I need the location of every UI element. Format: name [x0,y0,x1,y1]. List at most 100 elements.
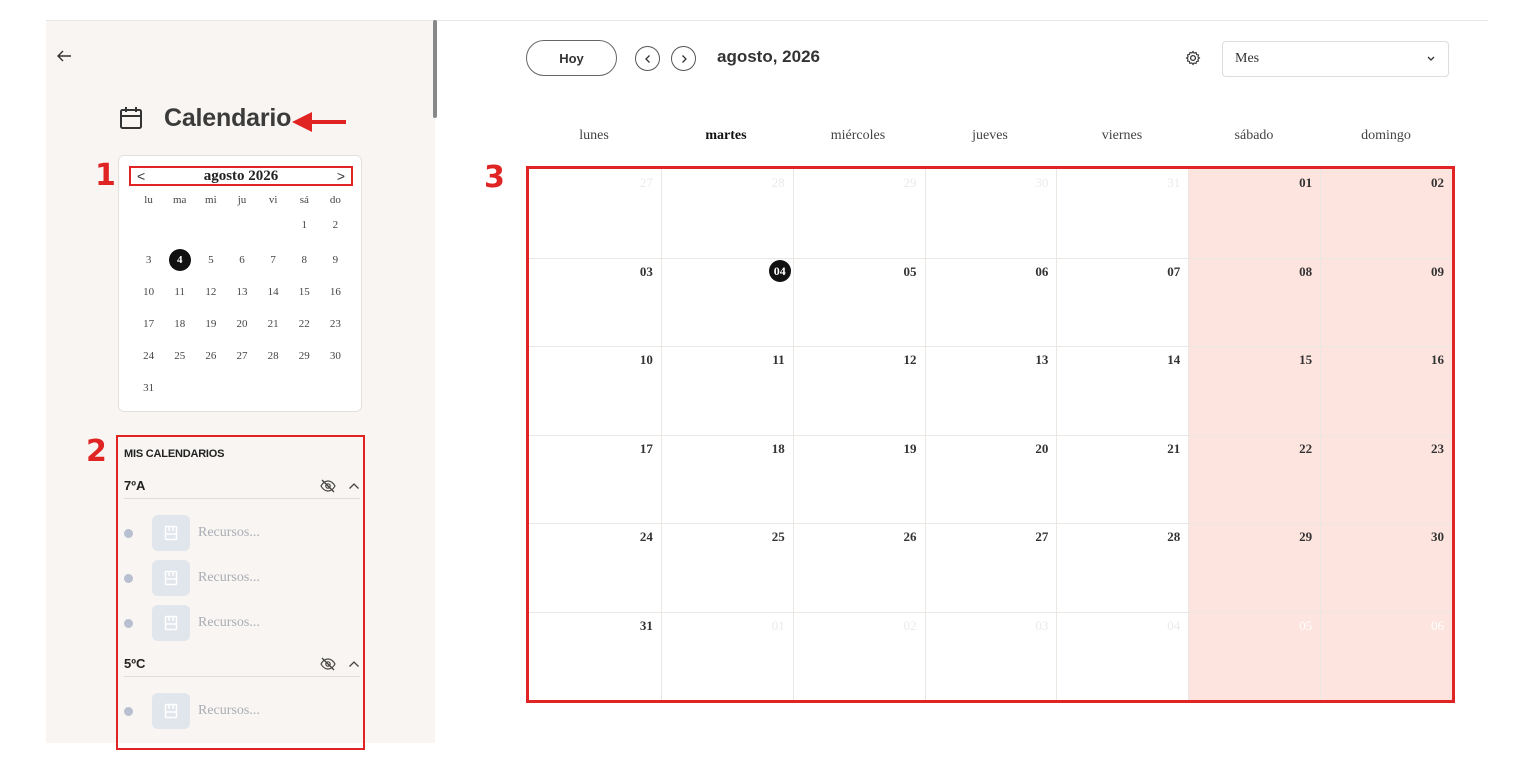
day-cell[interactable]: 01 [661,612,793,701]
chevron-up-icon[interactable] [348,482,360,490]
day-cell[interactable]: 04 [1056,612,1188,701]
settings-icon[interactable] [1185,50,1201,66]
day-cell[interactable]: 23 [1320,435,1452,524]
eye-off-icon[interactable] [320,479,336,493]
calendar-resource-item[interactable]: Recursos... [124,605,260,641]
day-number: 27 [639,175,653,190]
day-cell[interactable]: 21 [1056,435,1188,524]
mini-day[interactable]: 2 [320,214,351,236]
mini-day[interactable]: 28 [258,345,289,367]
mini-day[interactable]: 20 [226,313,257,335]
day-cell[interactable]: 31 [1056,169,1188,258]
day-cell[interactable]: 20 [925,435,1057,524]
day-cell[interactable]: 04 [661,258,793,347]
day-cell[interactable]: 18 [661,435,793,524]
day-cell[interactable]: 26 [793,523,925,612]
day-cell[interactable]: 29 [1188,523,1320,612]
day-cell[interactable]: 19 [793,435,925,524]
mini-day[interactable]: 3 [133,249,164,271]
calendar-group-header[interactable]: 5ºC [124,651,360,677]
day-cell[interactable]: 14 [1056,346,1188,435]
mini-day[interactable]: 19 [195,313,226,335]
day-cell[interactable]: 03 [529,258,661,347]
day-cell[interactable]: 11 [661,346,793,435]
mini-day[interactable]: 10 [133,281,164,303]
mini-day[interactable]: 18 [164,313,195,335]
day-cell[interactable]: 28 [661,169,793,258]
day-cell[interactable]: 17 [529,435,661,524]
calendar-group-header[interactable]: 7ºA [124,473,360,499]
chevron-up-icon[interactable] [348,660,360,668]
day-cell[interactable]: 02 [793,612,925,701]
calendar-resource-item[interactable]: Recursos... [124,693,260,729]
back-arrow-icon[interactable] [56,46,78,70]
prev-month-button[interactable] [635,46,660,71]
resource-color-dot [124,706,133,716]
mini-day[interactable]: 13 [226,281,257,303]
day-number: 07 [1167,263,1181,279]
day-cell[interactable]: 09 [1320,258,1452,347]
mini-day[interactable]: 6 [226,249,257,271]
mini-day[interactable]: 4 [164,249,195,271]
mini-day[interactable]: 31 [133,377,164,399]
day-cell[interactable]: 02 [1320,169,1452,258]
day-cell[interactable]: 10 [529,346,661,435]
mini-day[interactable]: 11 [164,281,195,303]
mini-day[interactable]: 21 [258,313,289,335]
mini-day[interactable]: 7 [258,249,289,271]
mini-day[interactable]: 9 [320,249,351,271]
day-cell[interactable]: 06 [925,258,1057,347]
mini-day[interactable]: 1 [289,214,320,236]
day-cell[interactable]: 30 [925,169,1057,258]
mini-day[interactable]: 8 [289,249,320,271]
day-cell[interactable]: 25 [661,523,793,612]
mini-weekday: ma [172,194,187,206]
mini-day-empty [226,377,257,399]
mini-day[interactable]: 23 [320,313,351,335]
view-select[interactable]: Mes [1222,41,1449,77]
mini-prev-month-button[interactable]: < [137,168,145,184]
day-cell[interactable]: 16 [1320,346,1452,435]
day-cell[interactable]: 06 [1320,612,1452,701]
eye-off-icon[interactable] [320,657,336,671]
mini-day[interactable]: 16 [320,281,351,303]
day-cell[interactable]: 01 [1188,169,1320,258]
day-cell[interactable]: 15 [1188,346,1320,435]
mini-day[interactable]: 24 [133,345,164,367]
calendar-resource-item[interactable]: Recursos... [124,560,260,596]
mini-day[interactable]: 5 [195,249,226,271]
mini-day[interactable]: 27 [226,345,257,367]
mini-day[interactable]: 26 [195,345,226,367]
mini-day[interactable]: 29 [289,345,320,367]
day-cell[interactable]: 28 [1056,523,1188,612]
mini-day[interactable]: 17 [133,313,164,335]
mini-day[interactable]: 25 [164,345,195,367]
today-button[interactable]: Hoy [526,40,617,76]
mini-day[interactable]: 12 [195,281,226,303]
day-number: 03 [1035,617,1049,633]
day-cell[interactable]: 05 [1188,612,1320,701]
view-select-value: Mes [1235,51,1260,66]
day-cell[interactable]: 08 [1188,258,1320,347]
day-cell[interactable]: 22 [1188,435,1320,524]
mini-day[interactable]: 22 [289,313,320,335]
day-cell[interactable]: 05 [793,258,925,347]
day-cell[interactable]: 27 [529,169,661,258]
day-cell[interactable]: 29 [793,169,925,258]
day-cell[interactable]: 30 [1320,523,1452,612]
mini-day[interactable]: 30 [320,345,351,367]
sidebar-scrollbar[interactable] [433,20,437,118]
mini-day[interactable]: 14 [258,281,289,303]
day-cell[interactable]: 24 [529,523,661,612]
day-number: 17 [639,440,653,456]
day-cell[interactable]: 07 [1056,258,1188,347]
day-cell[interactable]: 12 [793,346,925,435]
next-month-button[interactable] [671,46,696,71]
day-cell[interactable]: 31 [529,612,661,701]
mini-day[interactable]: 15 [289,281,320,303]
day-cell[interactable]: 27 [925,523,1057,612]
day-cell[interactable]: 03 [925,612,1057,701]
calendar-resource-item[interactable]: Recursos... [124,515,260,551]
mini-next-month-button[interactable]: > [337,168,345,184]
day-cell[interactable]: 13 [925,346,1057,435]
